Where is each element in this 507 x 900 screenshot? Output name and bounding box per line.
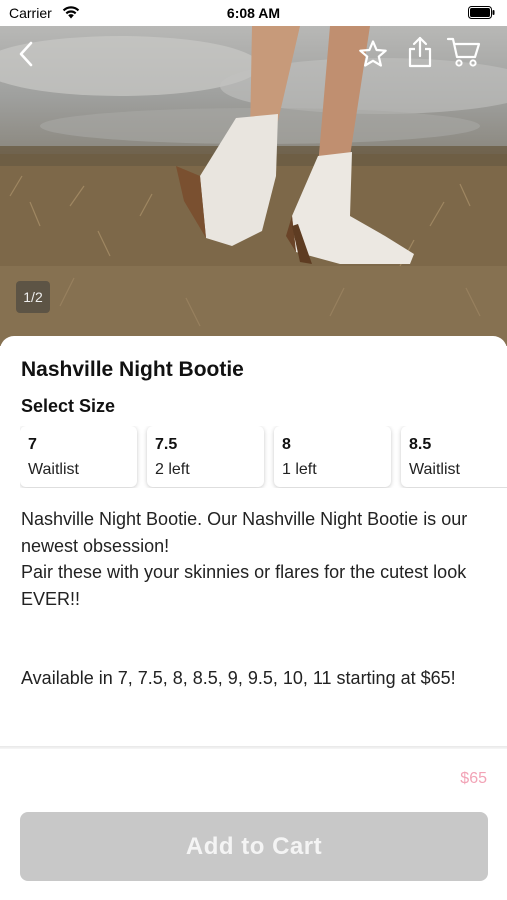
price-label: $65 [460,770,487,787]
size-option-8[interactable]: 8 1 left [274,426,391,487]
size-option-7[interactable]: 7 Waitlist [20,426,137,487]
cart-button[interactable] [446,34,482,70]
share-button[interactable] [402,34,438,70]
status-bar: Carrier 6:08 AM [0,0,507,26]
add-to-cart-button[interactable]: Add to Cart [20,812,488,881]
size-option-7-5[interactable]: 7.5 2 left [147,426,264,487]
size-status: Waitlist [28,461,79,478]
size-value: 8.5 [409,436,432,453]
size-selector[interactable]: 7 Waitlist 7.5 2 left 8 1 left 8.5 Waitl… [20,426,507,488]
product-details-sheet: Nashville Night Bootie Select Size 7 Wai… [0,336,507,746]
size-value: 8 [282,436,291,453]
size-status: 2 left [155,461,190,478]
share-icon [408,36,432,68]
favorite-button[interactable] [355,36,391,72]
battery-icon [468,6,495,19]
product-image[interactable]: 1/2 [0,26,507,346]
select-size-label: Select Size [21,396,116,416]
size-status: 1 left [282,461,317,478]
star-icon [359,40,387,67]
size-value: 7 [28,436,37,453]
product-title: Nashville Night Bootie [21,358,244,381]
cart-icon [446,37,481,67]
size-value: 7.5 [155,436,178,453]
footer-divider [0,746,507,749]
size-option-8-5[interactable]: 8.5 Waitlist [401,426,507,487]
product-description: Nashville Night Bootie. Our Nashville Ni… [21,509,468,609]
status-time: 6:08 AM [226,5,281,21]
chevron-left-icon [19,41,33,67]
back-button[interactable] [8,36,44,72]
size-status: Waitlist [409,461,460,478]
image-counter: 1/2 [16,281,50,313]
product-photo-illustration [0,26,507,346]
product-availability: Available in 7, 7.5, 8, 8.5, 9, 9.5, 10,… [21,668,456,688]
